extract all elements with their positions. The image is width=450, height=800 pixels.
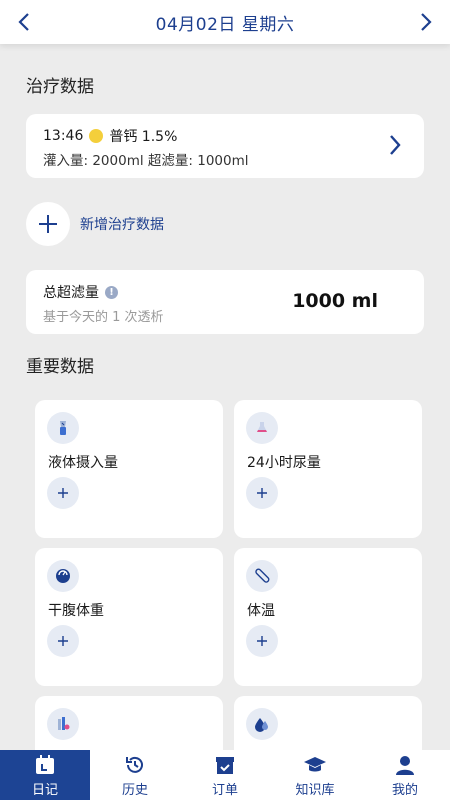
add-treatment-button[interactable]: 新增治疗数据 <box>26 202 164 246</box>
tab-label: 日记 <box>31 782 58 798</box>
uf-title-row: 总超滤量 ! <box>43 282 118 302</box>
tab-orders[interactable]: 订单 <box>180 750 270 800</box>
uf-title: 总超滤量 <box>43 285 99 301</box>
bottom-tab-bar: 日记 历史 订单 知识库 我的 <box>0 750 450 800</box>
tile-urine-volume[interactable]: 24小时尿量 <box>234 400 422 538</box>
treatment-entry-card[interactable]: 13:46 普钙 1.5% 灌入量: 2000ml 超滤量: 1000ml <box>26 114 424 178</box>
tile-label: 体温 <box>247 603 275 619</box>
tab-knowledge[interactable]: 知识库 <box>270 750 360 800</box>
calendar-icon <box>33 753 57 777</box>
tile-label: 24小时尿量 <box>247 455 321 471</box>
next-day-button[interactable] <box>404 0 448 44</box>
tab-label: 订单 <box>211 782 238 798</box>
tab-label: 知识库 <box>295 782 335 798</box>
treatment-time: 13:46 <box>43 128 84 144</box>
solution-dot-icon <box>89 129 104 143</box>
top-bar: 04月02日 星期六 <box>0 0 450 44</box>
add-treatment-label: 新增治疗数据 <box>80 217 164 233</box>
tab-label: 我的 <box>391 782 418 798</box>
chevron-right-icon <box>421 13 432 31</box>
user-icon <box>393 753 417 777</box>
main-content[interactable]: 治疗数据 13:46 普钙 1.5% 灌入量: 2000ml 超滤量: 1000… <box>0 44 450 750</box>
tile-label: 干腹体重 <box>48 603 104 619</box>
plus-icon[interactable] <box>47 477 79 509</box>
chevron-left-icon <box>18 13 29 31</box>
tab-history[interactable]: 历史 <box>90 750 180 800</box>
tile-temperature[interactable]: 体温 <box>234 548 422 686</box>
tab-label: 历史 <box>121 782 148 798</box>
treatment-detail: 灌入量: 2000ml 超滤量: 1000ml <box>43 153 249 169</box>
fluid-intake-icon <box>47 412 79 444</box>
uf-subtitle: 基于今天的 1 次透析 <box>43 310 164 325</box>
treatment-solution: 普钙 1.5% <box>109 129 178 145</box>
scale-icon <box>47 560 79 592</box>
prev-day-button[interactable] <box>2 0 46 44</box>
tab-diary[interactable]: 日记 <box>0 750 90 800</box>
graduation-cap-icon <box>303 753 327 777</box>
important-section-title: 重要数据 <box>26 357 94 377</box>
plus-icon <box>26 202 70 246</box>
tile-label: 液体摄入量 <box>48 455 118 471</box>
tile-drop[interactable] <box>234 696 422 750</box>
uf-value: 1000 ml <box>292 290 378 312</box>
tab-profile[interactable]: 我的 <box>360 750 450 800</box>
order-icon <box>213 753 237 777</box>
plus-icon[interactable] <box>246 477 278 509</box>
plus-icon[interactable] <box>246 625 278 657</box>
blood-pressure-icon <box>47 708 79 740</box>
chevron-right-icon <box>388 134 402 160</box>
tile-blood-pressure[interactable] <box>35 696 223 750</box>
info-icon[interactable]: ! <box>105 285 118 299</box>
plus-icon[interactable] <box>47 625 79 657</box>
history-icon <box>123 753 147 777</box>
thermometer-icon <box>246 560 278 592</box>
date-title[interactable]: 04月02日 星期六 <box>156 10 295 35</box>
treatment-section-title: 治疗数据 <box>26 77 94 97</box>
treatment-entry-summary: 13:46 普钙 1.5% <box>43 126 177 146</box>
total-ultrafiltration-card: 总超滤量 ! 基于今天的 1 次透析 1000 ml <box>26 270 424 334</box>
tile-fluid-intake[interactable]: 液体摄入量 <box>35 400 223 538</box>
drop-icon <box>246 708 278 740</box>
tile-dry-weight[interactable]: 干腹体重 <box>35 548 223 686</box>
urine-volume-icon <box>246 412 278 444</box>
